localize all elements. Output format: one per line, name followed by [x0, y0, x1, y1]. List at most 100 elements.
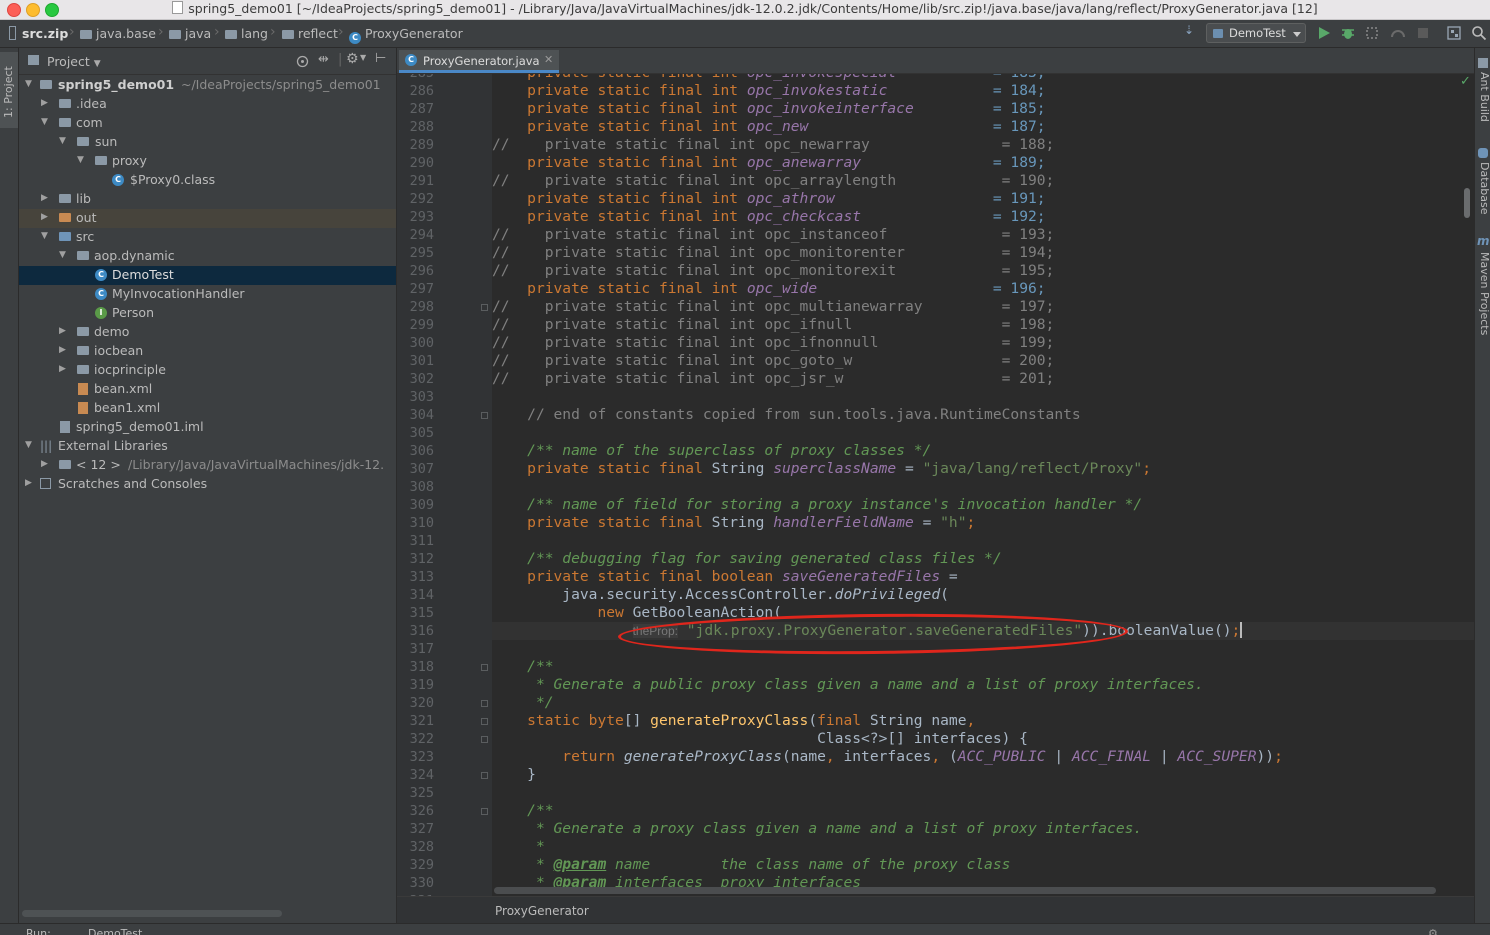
tree-item-external-libraries[interactable]: ▼ ||| External Libraries	[19, 437, 396, 456]
tree-item-scratches[interactable]: ▶ Scratches and Consoles	[19, 475, 396, 494]
fold-marker-icon[interactable]	[481, 700, 488, 707]
code-line[interactable]: * Generate a proxy class given a name an…	[492, 820, 1142, 838]
tree-item-demo[interactable]: ▶ demo	[19, 323, 396, 342]
tree-item-src[interactable]: ▼ src	[19, 228, 396, 247]
code-line[interactable]: private static final int opc_anewarray =…	[492, 154, 1045, 172]
tree-item-iocbean[interactable]: ▶ iocbean	[19, 342, 396, 361]
project-horizontal-scrollbar[interactable]	[22, 910, 282, 917]
project-tool-window-tab[interactable]: 1: Project	[0, 52, 18, 128]
breadcrumb-src-zip[interactable]: src.zip	[9, 26, 68, 41]
code-line[interactable]: return generateProxyClass(name, interfac…	[492, 748, 1283, 766]
code-line[interactable]: // private static final int opc_monitore…	[492, 262, 1054, 280]
locate-file-icon[interactable]	[296, 55, 309, 68]
code-line[interactable]: private static final String handlerField…	[492, 514, 975, 532]
tree-item-proxy[interactable]: ▼ proxy	[19, 152, 396, 171]
editor-horizontal-scrollbar[interactable]	[494, 887, 1436, 894]
tree-item-aop-dynamic[interactable]: ▼ aop.dynamic	[19, 247, 396, 266]
run-icon[interactable]	[1316, 25, 1332, 41]
code-line[interactable]: // private static final int opc_newarray…	[492, 136, 1054, 154]
code-editor[interactable]: private static final int opc_invokespeci…	[492, 74, 1474, 896]
editor-gutter[interactable]: 285286 287 288 289 290 291 292 293 294 295 296 297 2…	[397, 74, 492, 896]
code-line[interactable]: */	[492, 694, 554, 712]
stop-icon[interactable]	[1415, 25, 1431, 41]
project-view-select[interactable]: Project ▼	[47, 54, 101, 69]
code-line[interactable]: // private static final int opc_arraylen…	[492, 172, 1054, 190]
fold-marker-icon[interactable]	[481, 304, 488, 311]
fold-marker-icon[interactable]	[481, 808, 488, 815]
code-line[interactable]: * Generate a public proxy class given a …	[492, 676, 1204, 694]
code-line[interactable]: // end of constants copied from sun.tool…	[492, 406, 1081, 424]
fold-marker-icon[interactable]	[481, 772, 488, 779]
code-line[interactable]: // private static final int opc_ifnull =…	[492, 316, 1054, 334]
editor-breadcrumb-class[interactable]: ProxyGenerator	[495, 904, 589, 918]
code-line[interactable]: private static final int opc_athrow = 19…	[492, 190, 1045, 208]
fold-marker-icon[interactable]	[481, 412, 488, 419]
tree-item-myinvocationhandler[interactable]: C MyInvocationHandler	[19, 285, 396, 304]
code-line[interactable]: private static final int opc_invokespeci…	[492, 74, 1045, 82]
tree-item-spring5-demo01[interactable]: ▼ spring5_demo01 ~/IdeaProjects/spring5_…	[19, 76, 396, 95]
fold-marker-icon[interactable]	[481, 736, 488, 743]
code-line[interactable]: private static final int opc_new = 187;	[492, 118, 1045, 136]
code-line[interactable]: // private static final int opc_multiane…	[492, 298, 1054, 316]
search-everywhere-icon[interactable]	[1471, 25, 1487, 41]
code-line[interactable]: private static final int opc_wide = 196;	[492, 280, 1045, 298]
tree-item-bean1-xml[interactable]: bean1.xml	[19, 399, 396, 418]
tree-item-idea[interactable]: ▶ .idea	[19, 95, 396, 114]
code-line[interactable]: /**	[492, 658, 553, 676]
breadcrumb-java-base[interactable]: java.base	[80, 26, 156, 41]
breadcrumb-java[interactable]: java	[169, 26, 211, 41]
run-configuration-select[interactable]: DemoTest	[1206, 23, 1306, 43]
tree-item-iocprinciple[interactable]: ▶ iocprinciple	[19, 361, 396, 380]
maven-projects-tab[interactable]: Maven Projects	[1478, 252, 1490, 335]
code-line[interactable]: private static final int opc_invokeinter…	[492, 100, 1045, 118]
code-line[interactable]: }	[492, 766, 536, 784]
tree-item-demotest[interactable]: C DemoTest	[19, 266, 396, 285]
code-line[interactable]: Class<?>[] interfaces) {	[492, 730, 1028, 748]
hide-panel-icon[interactable]: ⊢	[375, 51, 386, 66]
code-line[interactable]: static byte[] generateProxyClass(final S…	[492, 712, 975, 730]
fold-marker-icon[interactable]	[481, 718, 488, 725]
code-line[interactable]: private static final int opc_checkcast =…	[492, 208, 1045, 226]
tree-item-sun[interactable]: ▼ sun	[19, 133, 396, 152]
code-line[interactable]: /** name of field for storing a proxy in…	[492, 496, 1142, 514]
code-line[interactable]: /** debugging flag for saving generated …	[492, 550, 1001, 568]
build-project-icon[interactable]: ⇣	[1184, 23, 1200, 39]
code-line[interactable]: // private static final int opc_monitore…	[492, 244, 1054, 262]
code-line[interactable]: /**	[492, 802, 553, 820]
tree-item-lib[interactable]: ▶ lib	[19, 190, 396, 209]
editor-vertical-scrollbar[interactable]	[1464, 188, 1470, 218]
code-line[interactable]: // private static final int opc_ifnonnul…	[492, 334, 1054, 352]
close-tab-icon[interactable]: ✕	[544, 53, 553, 66]
tree-item-bean-xml[interactable]: bean.xml	[19, 380, 396, 399]
project-structure-icon[interactable]	[1446, 25, 1462, 41]
collapse-all-icon[interactable]: ⇹	[318, 52, 329, 67]
coverage-icon[interactable]	[1364, 25, 1380, 41]
debug-icon[interactable]	[1340, 25, 1356, 41]
code-line[interactable]: // private static final int opc_instance…	[492, 226, 1054, 244]
code-line[interactable]: java.security.AccessController.doPrivile…	[492, 586, 949, 604]
tree-item-com[interactable]: ▼ com	[19, 114, 396, 133]
database-tab[interactable]: Database	[1478, 162, 1490, 215]
tab-proxygenerator-java[interactable]: C ProxyGenerator.java ✕	[399, 50, 559, 73]
code-line[interactable]: // private static final int opc_goto_w =…	[492, 352, 1054, 370]
tree-item-jdk-12[interactable]: ▶ < 12 > /Library/Java/JavaVirtualMachin…	[19, 456, 396, 475]
settings-gear-icon[interactable]: ⚙	[346, 51, 359, 67]
code-line[interactable]: // private static final int opc_jsr_w = …	[492, 370, 1054, 388]
code-line[interactable]: private static final int opc_invokestati…	[492, 82, 1045, 100]
profile-icon[interactable]	[1390, 25, 1406, 41]
tree-item-person[interactable]: I Person	[19, 304, 396, 323]
ant-build-tab[interactable]: Ant Build	[1478, 72, 1490, 122]
code-line[interactable]: /** name of the superclass of proxy clas…	[492, 442, 931, 460]
tree-item-iml[interactable]: spring5_demo01.iml	[19, 418, 396, 437]
code-line[interactable]: *	[492, 838, 545, 856]
code-line[interactable]: private static final String superclassNa…	[492, 460, 1151, 478]
breadcrumb-proxygenerator[interactable]: C ProxyGenerator	[349, 26, 463, 44]
code-line[interactable]: * @param name the class name of the prox…	[492, 856, 1010, 874]
breadcrumb-lang[interactable]: lang	[225, 26, 268, 41]
breadcrumb-reflect[interactable]: reflect	[282, 26, 338, 41]
chevron-down-icon[interactable]: ▼	[360, 53, 366, 62]
code-line[interactable]: private static final boolean saveGenerat…	[492, 568, 958, 586]
tree-item-proxy0-class[interactable]: C $Proxy0.class	[19, 171, 396, 190]
tree-item-out[interactable]: ▶ out	[19, 209, 396, 228]
fold-marker-icon[interactable]	[481, 664, 488, 671]
